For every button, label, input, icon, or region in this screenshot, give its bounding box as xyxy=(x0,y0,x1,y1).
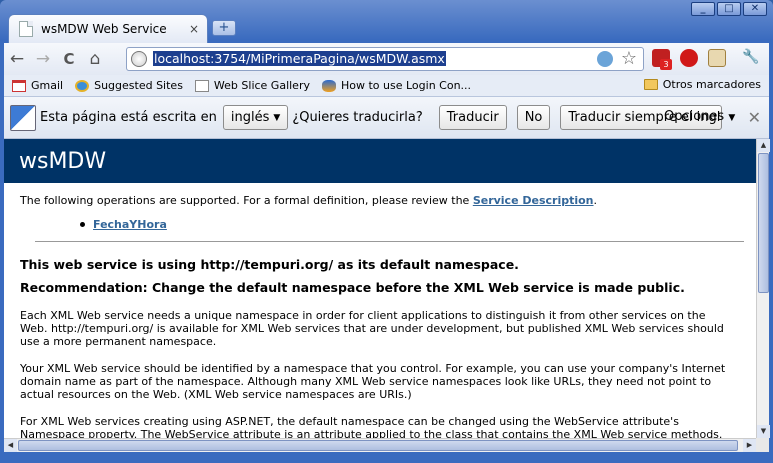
clipboard-icon[interactable] xyxy=(708,49,726,67)
page-banner: wsMDW xyxy=(4,139,756,183)
bookmarks-bar: Gmail Suggested Sites Web Slice Gallery … xyxy=(4,75,769,97)
service-description-link[interactable]: Service Description xyxy=(473,194,594,207)
paragraph-namespace-identify: Your XML Web service should be identifie… xyxy=(20,362,726,401)
scroll-up-icon[interactable]: ▲ xyxy=(757,139,770,152)
chevron-down-icon: ▼ xyxy=(273,112,281,123)
window-bottom-border xyxy=(4,452,769,463)
tab-wsmdw[interactable]: wsMDW Web Service × xyxy=(8,14,208,43)
star-icon[interactable]: ☆ xyxy=(621,48,637,69)
operations-list: FechaYHora xyxy=(80,218,756,231)
scroll-left-icon[interactable]: ◀ xyxy=(4,439,17,452)
scroll-down-icon[interactable]: ▼ xyxy=(757,425,770,438)
bookmark-gmail[interactable]: Gmail xyxy=(12,79,63,92)
bookmark-suggested-sites[interactable]: Suggested Sites xyxy=(75,79,183,92)
address-bar[interactable]: localhost:3754/MiPrimeraPagina/wsMDW.asm… xyxy=(126,47,644,71)
tab-title: wsMDW Web Service xyxy=(41,22,167,36)
recommendation-heading: Recommendation: Change the default names… xyxy=(20,280,685,295)
new-tab-button[interactable]: + xyxy=(212,20,236,36)
other-bookmarks-label: Otros marcadores xyxy=(662,78,761,91)
folder-icon xyxy=(643,79,658,90)
page-icon xyxy=(19,21,33,37)
bookmark-login-con[interactable]: How to use Login Con... xyxy=(321,79,472,92)
page-icon xyxy=(194,79,209,92)
namespace-heading: This web service is using http://tempuri… xyxy=(20,257,519,272)
block-icon[interactable] xyxy=(680,49,698,67)
scroll-right-icon[interactable]: ▶ xyxy=(743,439,756,452)
language-value: inglés xyxy=(230,110,270,125)
divider xyxy=(35,241,744,242)
translate-icon xyxy=(10,104,36,131)
scroll-thumb[interactable] xyxy=(18,440,738,451)
translate-question: ¿Quieres traducirla? xyxy=(292,110,423,125)
page-action-icon[interactable] xyxy=(597,51,613,67)
bookmark-label: Suggested Sites xyxy=(94,79,183,92)
bullet-icon xyxy=(80,222,85,227)
translate-bar: Esta página está escrita en inglés ▼ ¿Qui… xyxy=(4,97,769,139)
ie-icon xyxy=(75,79,90,92)
intro-text: The following operations are supported. … xyxy=(20,194,756,207)
intro-end: . xyxy=(593,194,598,207)
intro-label: The following operations are supported. … xyxy=(20,194,473,207)
page-content: wsMDW The following operations are suppo… xyxy=(4,139,756,438)
paragraph-namespace-uniqueness: Each XML Web service needs a unique name… xyxy=(20,309,724,348)
options-menu[interactable]: Opciones ▼ xyxy=(664,109,735,124)
scroll-corner xyxy=(756,438,769,452)
flame-icon xyxy=(321,79,336,92)
minimize-button[interactable]: _ xyxy=(691,2,715,16)
bookmark-label: How to use Login Con... xyxy=(340,79,472,92)
language-select[interactable]: inglés ▼ xyxy=(222,105,289,130)
other-bookmarks[interactable]: Otros marcadores xyxy=(643,78,761,91)
home-icon[interactable]: ⌂ xyxy=(82,49,108,69)
window-controls: _ □ ✕ xyxy=(691,2,767,16)
gmail-icon xyxy=(12,79,26,92)
back-icon[interactable]: ← xyxy=(4,49,30,69)
bookmark-label: Web Slice Gallery xyxy=(213,79,310,92)
options-label: Opciones xyxy=(664,109,725,124)
horizontal-scrollbar[interactable]: ◀ ▶ xyxy=(4,438,756,452)
vertical-scrollbar[interactable]: ▲ ▼ xyxy=(756,139,770,438)
translate-button[interactable]: Traducir xyxy=(438,105,507,130)
translate-prefix: Esta página está escrita en xyxy=(40,110,217,125)
reload-icon[interactable]: C xyxy=(56,50,82,68)
forward-icon[interactable]: → xyxy=(30,49,56,69)
operation-link[interactable]: FechaYHora xyxy=(93,218,167,231)
scroll-thumb[interactable] xyxy=(758,153,769,293)
toolbar: ← → C ⌂ localhost:3754/MiPrimeraPagina/w… xyxy=(4,43,769,75)
extension-badge: 3 xyxy=(660,59,672,70)
wrench-icon[interactable]: 🔧 xyxy=(742,49,760,67)
page-body: The following operations are supported. … xyxy=(4,183,756,438)
tab-close-icon[interactable]: × xyxy=(189,22,199,36)
paragraph-aspnet-namespace: For XML Web services creating using ASP.… xyxy=(20,415,723,438)
close-icon[interactable]: ✕ xyxy=(748,108,761,127)
bookmark-label: Gmail xyxy=(31,79,64,92)
no-button[interactable]: No xyxy=(516,105,551,130)
close-window-button[interactable]: ✕ xyxy=(743,2,767,16)
url-text[interactable]: localhost:3754/MiPrimeraPagina/wsMDW.asm… xyxy=(153,51,446,66)
chevron-down-icon: ▼ xyxy=(728,113,736,123)
bookmark-web-slice-gallery[interactable]: Web Slice Gallery xyxy=(194,79,310,92)
maximize-button[interactable]: □ xyxy=(717,2,741,16)
globe-icon xyxy=(131,51,147,67)
